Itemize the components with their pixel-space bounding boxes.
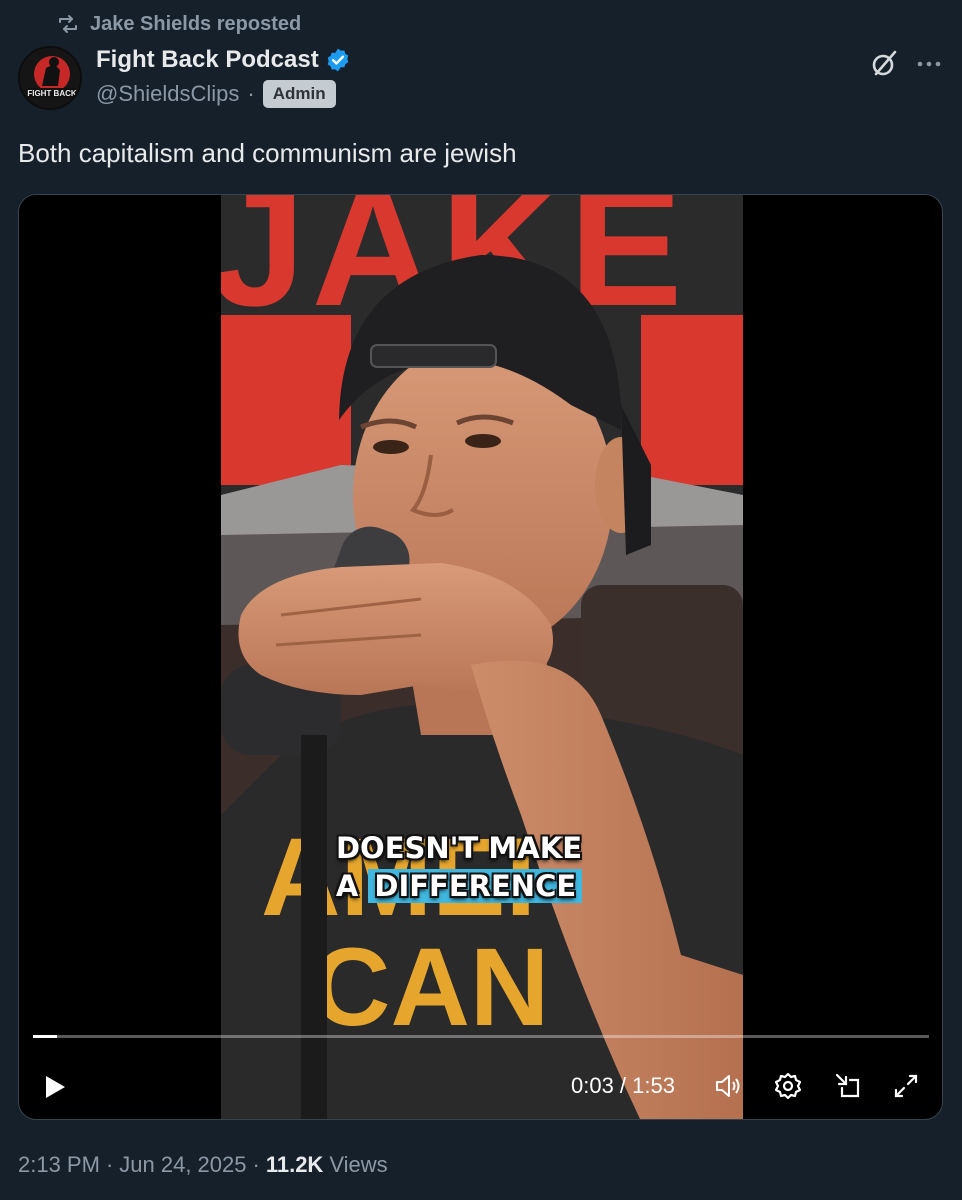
admin-badge: Admin [262,80,336,108]
footer-dot-2: · [252,1152,260,1177]
post-time[interactable]: 2:13 PM [18,1152,100,1178]
time-readout: 0:03 / 1:53 [571,1073,675,1098]
author-name[interactable]: Fight Back Podcast [96,46,319,74]
picture-in-picture-icon[interactable] [833,1071,863,1101]
fullscreen-icon[interactable] [891,1071,921,1101]
caption-line-1: DOESN'T MAKE [335,831,583,865]
play-icon[interactable] [41,1073,69,1101]
verified-badge-icon [327,48,349,72]
caption-line-2: A DIFFERENCE [314,867,604,905]
views-count[interactable]: 11.2K [266,1152,324,1178]
views-label: Views [329,1152,388,1177]
caption-line-2-prefix: A [335,869,359,903]
author-name-row[interactable]: Fight Back Podcast [96,46,351,74]
repost-icon [59,15,77,33]
repost-header[interactable]: Jake Shields reposted [56,12,301,36]
footer-dot-1: · [105,1152,114,1177]
caption-highlight: DIFFERENCE [368,869,583,903]
grok-icon[interactable] [868,48,900,80]
settings-gear-icon[interactable] [773,1071,803,1101]
post-date[interactable]: Jun 24, 2025 [119,1152,246,1178]
repost-label: Jake Shields reposted [90,12,302,35]
video-caption: DOESN'T MAKE A DIFFERENCE [314,829,604,905]
more-options-icon[interactable] [914,52,944,76]
progress-bar[interactable] [33,1035,929,1038]
shirt-print-line2: CAN [311,926,549,1049]
avatar-logo-text: FIGHT BACK [27,89,77,98]
volume-icon[interactable] [713,1071,743,1101]
tweet-text: Both capitalism and communism are jewish [18,138,517,168]
author-handle[interactable]: @ShieldsClips [96,81,239,107]
author-handle-row: @ShieldsClips · Admin [96,80,336,108]
handle-separator: · [247,81,255,106]
video-frame[interactable]: JAKE AMER CAN [221,195,743,1119]
avatar[interactable]: FIGHT BACK [18,46,82,110]
tweet-footer: 2:13 PM · Jun 24, 2025 · 11.2K Views [18,1152,388,1178]
video-player[interactable]: JAKE AMER CAN [18,194,943,1120]
progress-fill [33,1035,58,1038]
